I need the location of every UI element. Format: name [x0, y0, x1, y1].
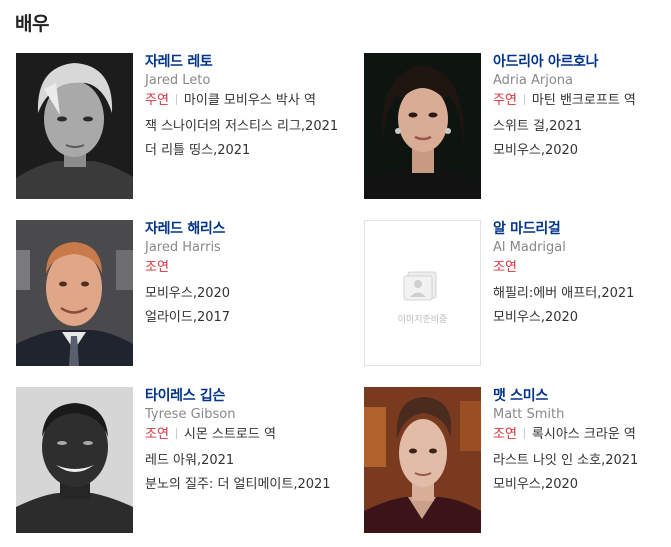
actor-info: 알 마드리걸 Al Madrigal 조연 해필리:에버 애프터,2021 모비… — [493, 220, 671, 334]
actor-card: 아드리아 아르호나 Adria Arjona 주연 마틴 밴크로프트 역 스위트 … — [364, 53, 671, 203]
filmography-item[interactable]: 모비우스,2020 — [145, 286, 345, 302]
actor-english-name: Matt Smith — [493, 407, 565, 422]
filmography-item[interactable]: 모비우스,2020 — [493, 477, 671, 493]
filmography-list: 레드 아워,2021 분노의 질주: 더 얼티메이트,2021 — [145, 453, 345, 493]
actor-card: 자레드 레토 Jared Leto 주연 마이클 모비우스 박사 역 잭 스나이더… — [16, 53, 338, 203]
filmography-item[interactable]: 스위트 걸,2021 — [493, 119, 671, 135]
role-type: 주연 — [145, 93, 169, 108]
actor-name-link[interactable]: 맷 스미스 — [493, 388, 671, 405]
filmography-item[interactable]: 더 리틀 띵스,2021 — [145, 143, 345, 159]
role-name: 마틴 밴크로프트 역 — [531, 93, 636, 108]
role-name: 록시아스 크라운 역 — [531, 427, 636, 442]
actor-english-name: Jared Harris — [145, 240, 221, 255]
actor-english-name: Jared Leto — [145, 73, 211, 88]
role-type: 주연 — [493, 93, 517, 108]
actor-card: 자레드 해리스 Jared Harris 조연 모비우스,2020 얼라이드,2… — [16, 220, 336, 370]
filmography-item[interactable]: 분노의 질주: 더 얼티메이트,2021 — [145, 477, 345, 493]
filmography-list: 모비우스,2020 얼라이드,2017 — [145, 286, 345, 326]
actor-role: 조연 — [493, 260, 671, 276]
role-divider — [523, 428, 525, 439]
actor-name-link[interactable]: 알 마드리걸 — [493, 221, 671, 238]
actor-name-link[interactable]: 자레드 해리스 — [145, 221, 345, 238]
section-title: 배우 — [15, 13, 49, 35]
actor-english-name: Al Madrigal — [493, 240, 566, 255]
filmography-item[interactable]: 잭 스나이더의 저스티스 리그,2021 — [145, 119, 345, 135]
image-placeholder-text: 이미지준비중 — [397, 315, 448, 325]
role-name: 마이클 모비우스 박사 역 — [183, 93, 316, 108]
role-type: 조연 — [145, 427, 169, 442]
actor-name-link[interactable]: 타이레스 깁슨 — [145, 388, 345, 405]
actor-info: 타이레스 깁슨 Tyrese Gibson 조연 시몬 스트로드 역 레드 아워,… — [145, 387, 345, 501]
actor-card: 타이레스 깁슨 Tyrese Gibson 조연 시몬 스트로드 역 레드 아워,… — [16, 387, 336, 537]
actor-card: 맷 스미스 Matt Smith 조연 록시아스 크라운 역 라스트 나잇 인 소… — [364, 387, 671, 537]
role-type: 조연 — [145, 260, 169, 275]
actor-english-name: Adria Arjona — [493, 73, 573, 88]
filmography-item[interactable]: 모비우스,2020 — [493, 310, 671, 326]
role-type: 조연 — [493, 427, 517, 442]
actor-info: 자레드 레토 Jared Leto 주연 마이클 모비우스 박사 역 잭 스나이더… — [145, 53, 345, 167]
filmography-list: 잭 스나이더의 저스티스 리그,2021 더 리틀 띵스,2021 — [145, 119, 345, 159]
actor-role: 주연 마틴 밴크로프트 역 — [493, 93, 671, 109]
actor-photo-placeholder[interactable]: 이미지준비중 — [364, 220, 481, 366]
actor-photo[interactable] — [364, 53, 481, 199]
actor-info: 아드리아 아르호나 Adria Arjona 주연 마틴 밴크로프트 역 스위트 … — [493, 53, 671, 167]
filmography-item[interactable]: 레드 아워,2021 — [145, 453, 345, 469]
actor-english-name: Tyrese Gibson — [145, 407, 236, 422]
actor-photo[interactable] — [16, 53, 133, 199]
filmography-list: 라스트 나잇 인 소호,2021 모비우스,2020 — [493, 453, 671, 493]
actor-name-link[interactable]: 아드리아 아르호나 — [493, 54, 671, 71]
actor-photo[interactable] — [16, 387, 133, 533]
image-placeholder-icon — [403, 271, 437, 301]
role-divider — [175, 94, 177, 105]
filmography-list: 스위트 걸,2021 모비우스,2020 — [493, 119, 671, 159]
actor-role: 조연 록시아스 크라운 역 — [493, 427, 671, 443]
filmography-item[interactable]: 해필리:에버 애프터,2021 — [493, 286, 671, 302]
role-type: 조연 — [493, 260, 517, 275]
actor-info: 맷 스미스 Matt Smith 조연 록시아스 크라운 역 라스트 나잇 인 소… — [493, 387, 671, 501]
actor-card: 이미지준비중 알 마드리걸 Al Madrigal 조연 해필리:에버 애프터,… — [364, 220, 671, 370]
actor-role: 조연 — [145, 260, 345, 276]
actor-photo[interactable] — [364, 387, 481, 533]
role-divider — [175, 428, 177, 439]
actor-photo[interactable] — [16, 220, 133, 366]
filmography-item[interactable]: 얼라이드,2017 — [145, 310, 345, 326]
filmography-item[interactable]: 모비우스,2020 — [493, 143, 671, 159]
actor-name-link[interactable]: 자레드 레토 — [145, 54, 345, 71]
actor-role: 주연 마이클 모비우스 박사 역 — [145, 93, 345, 109]
role-name: 시몬 스트로드 역 — [183, 427, 276, 442]
filmography-list: 해필리:에버 애프터,2021 모비우스,2020 — [493, 286, 671, 326]
actor-info: 자레드 해리스 Jared Harris 조연 모비우스,2020 얼라이드,2… — [145, 220, 345, 334]
filmography-item[interactable]: 라스트 나잇 인 소호,2021 — [493, 453, 671, 469]
role-divider — [523, 94, 525, 105]
actor-role: 조연 시몬 스트로드 역 — [145, 427, 345, 443]
